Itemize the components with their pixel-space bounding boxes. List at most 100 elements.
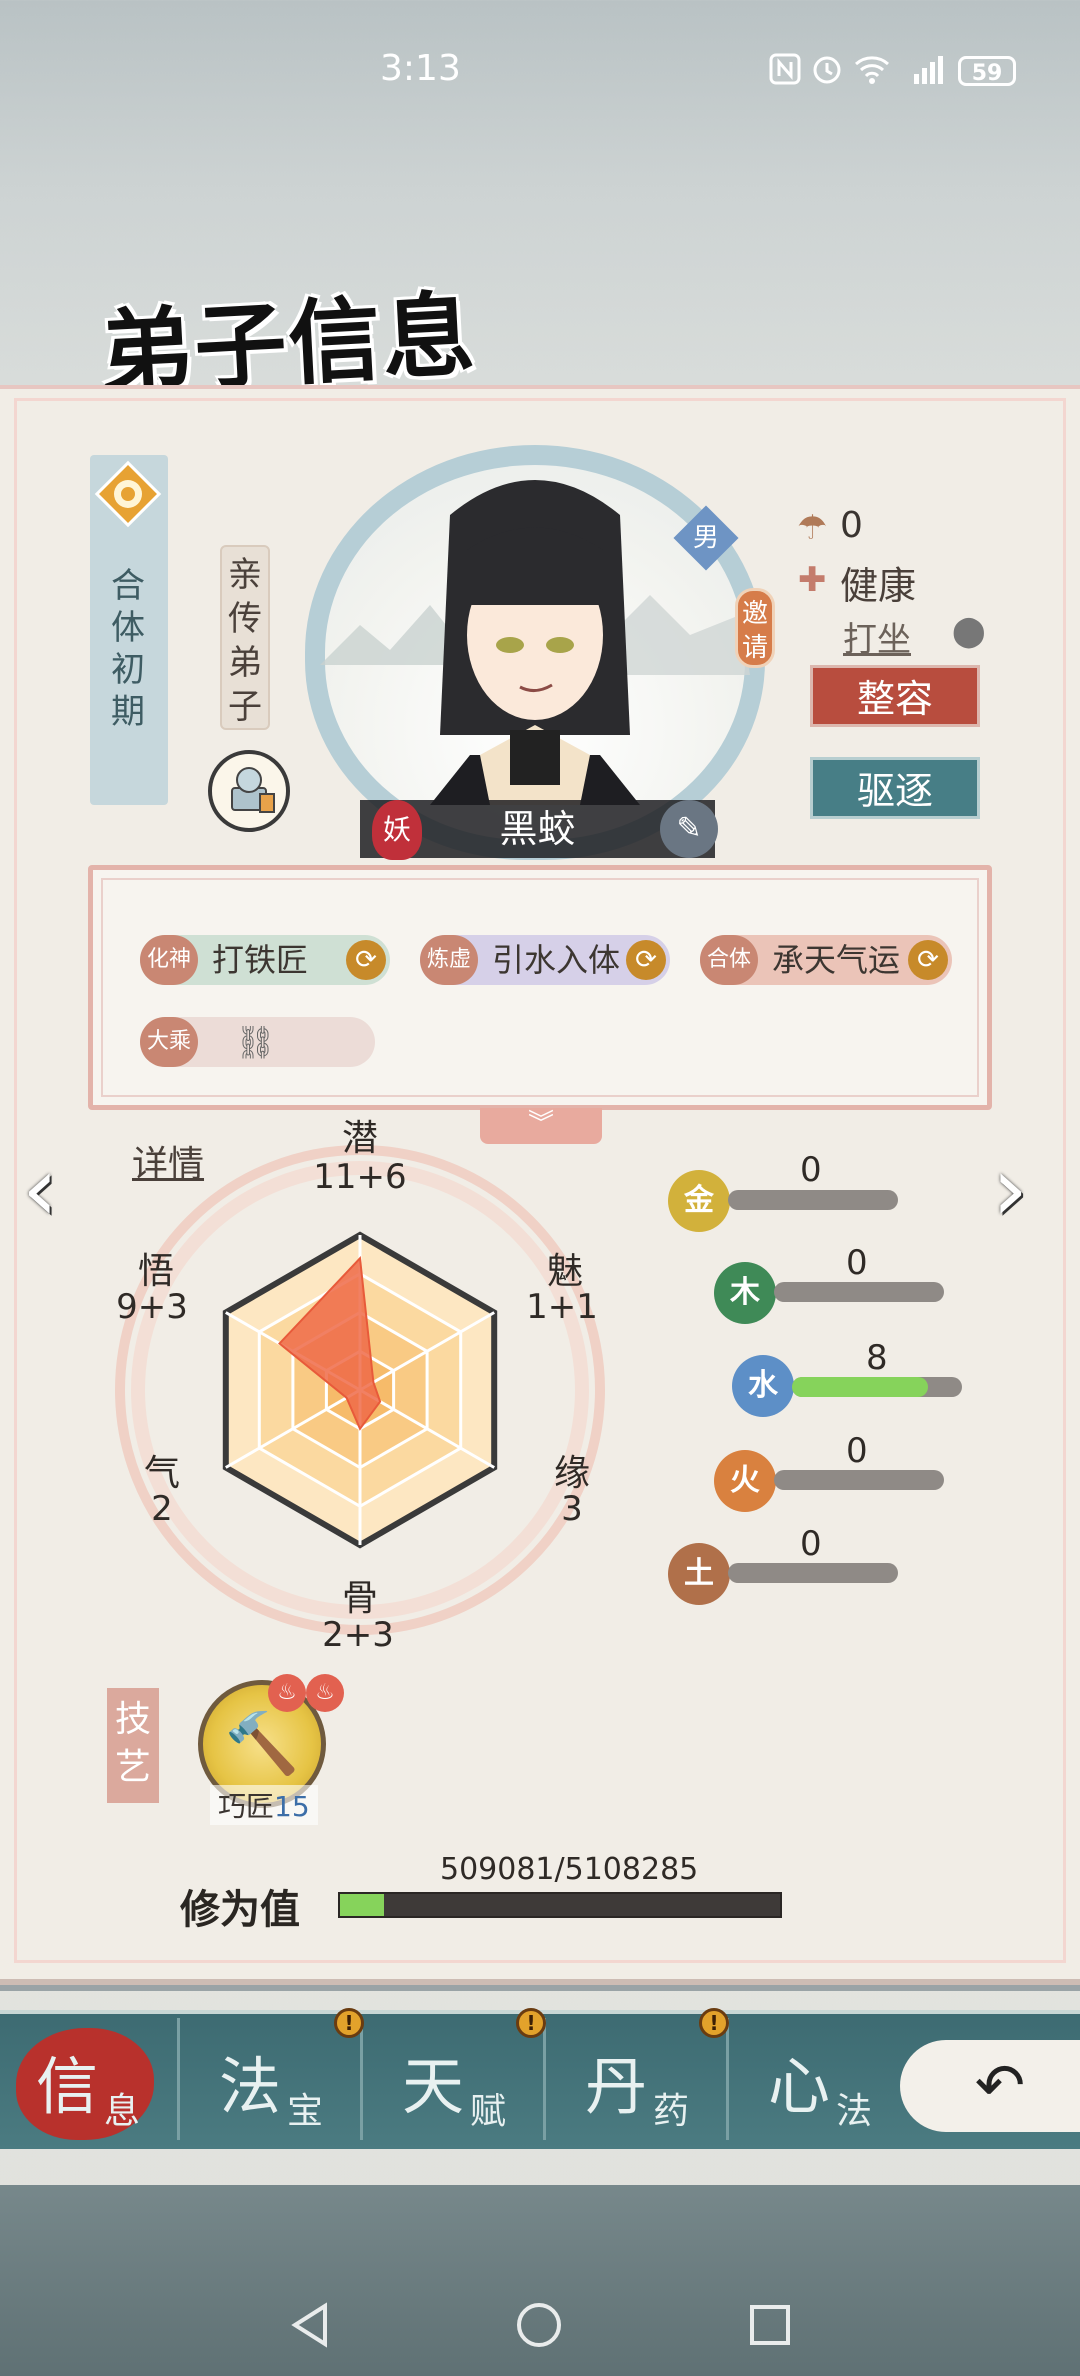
stat-name: 魅 xyxy=(546,1251,583,1292)
stat-name: 骨 xyxy=(341,1578,378,1619)
earth-element-icon: 土 xyxy=(668,1543,730,1605)
traits-box xyxy=(88,865,992,1110)
trait-name: 引水入体 xyxy=(492,941,621,979)
prev-arrow-icon[interactable]: ‹ xyxy=(22,1140,92,1240)
trait-name: 打铁匠 xyxy=(212,941,309,979)
tab-talent[interactable]: 天赋 xyxy=(366,2018,546,2140)
refresh-icon[interactable]: ⟳ xyxy=(346,940,386,980)
status-time: 3:13 xyxy=(380,48,461,89)
cultivation-label: 修为值 xyxy=(180,1886,300,1933)
water-bar xyxy=(792,1377,962,1397)
signal-icon xyxy=(900,52,950,86)
wood-bar xyxy=(774,1282,944,1302)
tab-sublabel: 法 xyxy=(836,2091,873,2132)
trait-tier: 合体 xyxy=(700,935,758,985)
trait-chip[interactable]: 化神 打铁匠 ⟳ xyxy=(140,935,390,985)
tab-sublabel: 息 xyxy=(104,2091,141,2132)
realm-text: 合体初期 xyxy=(111,566,145,732)
brush-icon[interactable]: ✎ xyxy=(660,800,718,858)
tab-label: 丹 xyxy=(585,2050,648,2123)
invite-button[interactable]: 邀请 xyxy=(735,588,775,668)
refresh-icon[interactable]: ⟳ xyxy=(626,940,666,980)
expand-chevron-icon[interactable]: ︾ xyxy=(480,1108,602,1144)
seal-icon[interactable] xyxy=(208,750,290,832)
stat-value: 2+3 xyxy=(322,1615,394,1655)
activity-link[interactable]: 打坐 xyxy=(843,612,911,661)
lock-icon: ⛓ xyxy=(235,1023,276,1061)
stat-name: 潜 xyxy=(341,1118,378,1159)
tab-label: 信 xyxy=(36,2050,99,2123)
refresh-icon[interactable]: ⟳ xyxy=(908,940,948,980)
flame-icon: ♨ xyxy=(306,1674,344,1712)
race-badge: 妖 xyxy=(372,800,422,860)
alert-icon: ! xyxy=(334,2008,364,2038)
trait-chip[interactable]: 合体 承天气运 ⟳ xyxy=(700,935,952,985)
battery-icon: 59 xyxy=(958,56,1016,86)
wifi-icon xyxy=(852,52,892,86)
next-arrow-icon[interactable]: › xyxy=(992,1140,1062,1240)
trait-name: 承天气运 xyxy=(772,941,901,979)
fire-value: 0 xyxy=(846,1431,868,1471)
nav-back-icon[interactable] xyxy=(285,2300,335,2354)
tab-sublabel: 药 xyxy=(653,2091,690,2132)
earth-bar xyxy=(728,1563,898,1583)
location-icon[interactable]: ⬤ xyxy=(952,614,986,649)
wood-value: 0 xyxy=(846,1243,868,1283)
wood-element-icon: 木 xyxy=(714,1262,776,1324)
tab-info[interactable]: 信息 xyxy=(0,2018,180,2140)
skill-caption: 巧匠15 xyxy=(210,1785,318,1825)
cultivation-value: 509081/5108285 xyxy=(440,1852,699,1887)
skill-level: 15 xyxy=(274,1790,310,1823)
stat-value: 3 xyxy=(561,1489,583,1529)
back-icon[interactable]: ↶ xyxy=(900,2040,1080,2132)
trait-chip[interactable]: 炼虚 引水入体 ⟳ xyxy=(420,935,670,985)
water-value: 8 xyxy=(866,1338,888,1378)
trait-chip-empty[interactable]: 大乘 ⛓ xyxy=(140,1017,375,1067)
stat-value: 1+1 xyxy=(526,1287,598,1327)
metal-value: 0 xyxy=(800,1150,822,1190)
reshape-button[interactable]: 整容 xyxy=(810,665,980,727)
expel-button[interactable]: 驱逐 xyxy=(810,757,980,819)
fire-bar xyxy=(774,1470,944,1490)
nav-home-icon[interactable] xyxy=(514,2300,564,2354)
trait-tier: 大乘 xyxy=(140,1017,198,1067)
water-element-icon: 水 xyxy=(732,1355,794,1417)
cultivation-progress-track xyxy=(338,1892,782,1918)
attribute-radar xyxy=(115,1145,605,1635)
tab-label: 心 xyxy=(768,2050,831,2123)
luck-value: 0 xyxy=(840,505,863,546)
stat-value: 9+3 xyxy=(116,1287,188,1327)
trait-tier: 化神 xyxy=(140,935,198,985)
cultivation-progress-fill xyxy=(340,1894,384,1916)
nav-recents-icon[interactable] xyxy=(745,2300,795,2354)
tab-pill[interactable]: 丹药 xyxy=(549,2018,729,2140)
tab-label: 天 xyxy=(402,2050,465,2123)
stat-value: 2 xyxy=(151,1489,173,1529)
alert-icon: ! xyxy=(516,2008,546,2038)
stat-value: 11+6 xyxy=(313,1157,407,1197)
alert-icon: ! xyxy=(699,2008,729,2038)
health-icon: ✚ xyxy=(798,560,827,600)
skill-name: 巧匠 xyxy=(218,1790,275,1823)
health-status: 健康 xyxy=(840,564,917,608)
tab-method[interactable]: 心法 xyxy=(732,2018,902,2140)
luck-icon: ☂ xyxy=(797,508,828,548)
metal-bar xyxy=(728,1190,898,1210)
skills-label: 技艺 xyxy=(107,1688,159,1803)
tab-sublabel: 宝 xyxy=(287,2091,324,2132)
stat-name: 缘 xyxy=(553,1453,590,1494)
fire-element-icon: 火 xyxy=(714,1450,776,1512)
character-portrait[interactable] xyxy=(320,455,750,805)
nfc-icon xyxy=(768,52,802,86)
stat-name: 悟 xyxy=(137,1251,174,1292)
realm-flower-icon xyxy=(92,458,164,530)
stat-name: 气 xyxy=(143,1453,180,1494)
tab-label: 法 xyxy=(219,2050,282,2123)
tab-treasure[interactable]: 法宝 xyxy=(183,2018,363,2140)
earth-value: 0 xyxy=(800,1524,822,1564)
flame-icon: ♨ xyxy=(268,1674,306,1712)
role-tag: 亲传弟子 xyxy=(220,545,270,730)
alarm-icon xyxy=(810,52,844,86)
metal-element-icon: 金 xyxy=(668,1170,730,1232)
trait-tier: 炼虚 xyxy=(420,935,478,985)
